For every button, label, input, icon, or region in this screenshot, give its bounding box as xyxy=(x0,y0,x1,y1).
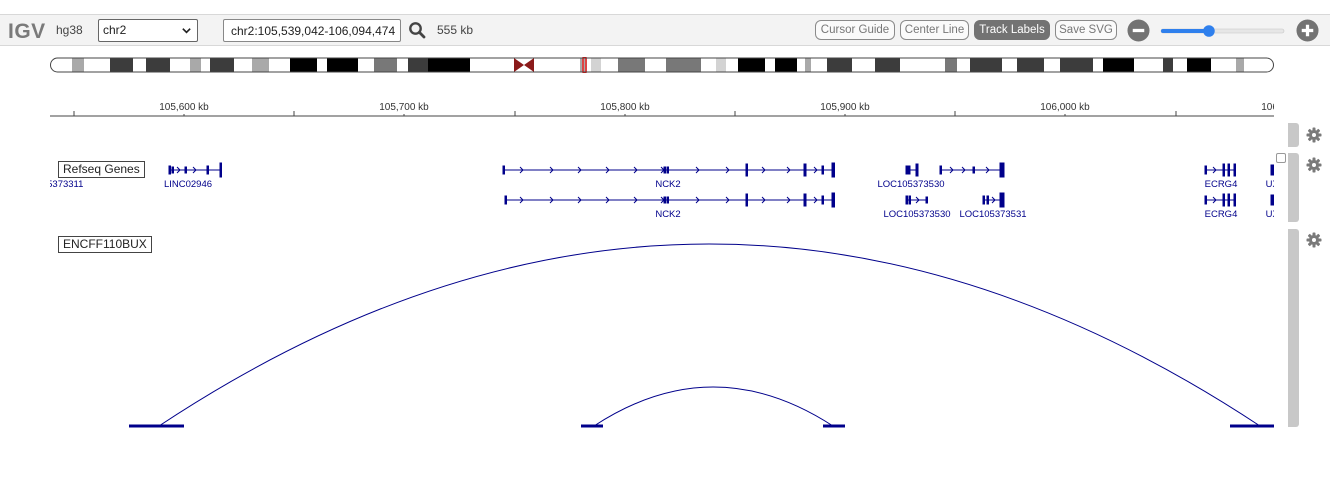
chevron-down-icon xyxy=(182,28,191,34)
gene-name-label: NCK2 xyxy=(655,179,680,190)
gene-name-label: ECRG4 xyxy=(1205,179,1238,190)
chromosome-select-value: chr2 xyxy=(103,23,127,37)
save-svg-button[interactable]: Save SVG xyxy=(1055,20,1117,40)
chromosome-ideogram[interactable] xyxy=(50,57,1274,73)
zoom-slider[interactable] xyxy=(1160,25,1285,37)
cursor-guide-button[interactable]: Cursor Guide xyxy=(815,20,895,40)
ruler-tick-label: 106,000 kb xyxy=(1040,102,1090,113)
track-label-encff110bux[interactable]: ENCFF110BUX xyxy=(58,236,152,253)
gear-icon[interactable] xyxy=(1306,157,1322,173)
interaction-arc-small xyxy=(593,386,834,427)
ruler-tick-label: 106,100 kb xyxy=(1261,102,1274,113)
gene-feature-loc105373531-2 xyxy=(982,192,1005,208)
gene-feature-nck2-1 xyxy=(502,162,835,178)
track-select-checkbox[interactable] xyxy=(1276,153,1286,163)
ruler-tick-label: 105,600 kb xyxy=(159,102,209,113)
gear-icon[interactable] xyxy=(1306,127,1322,143)
window-size-label: 555 kb xyxy=(437,23,474,37)
gene-feature-ecrg4-1 xyxy=(1204,163,1236,177)
center-line-button[interactable]: Center Line xyxy=(900,20,969,40)
gene-name-label: ECRG4 xyxy=(1205,209,1238,220)
ruler-track[interactable]: 105,600 kb 105,700 kb 105,800 kb 105,900… xyxy=(50,95,1274,119)
gene-feature-loc105373530-2 xyxy=(905,195,928,205)
plus-circle-icon[interactable] xyxy=(1296,19,1319,42)
gene-feature-loc105373530-1 xyxy=(905,163,919,177)
gene-name-label: 105373311 xyxy=(50,179,83,190)
track-scrollbar[interactable] xyxy=(1288,153,1299,222)
gene-feature-nck2-2 xyxy=(504,192,835,208)
minus-circle-icon[interactable] xyxy=(1127,19,1150,42)
genome-label[interactable]: hg38 xyxy=(56,23,83,37)
track-label-refseq-genes[interactable]: Refseq Genes xyxy=(58,161,145,178)
gene-name-label: NCK2 xyxy=(655,209,680,220)
gene-name-label: UXS1 xyxy=(1266,179,1274,190)
igv-logo[interactable]: IGV xyxy=(8,20,46,44)
gene-name-label: LINC02946 xyxy=(164,179,212,190)
locus-search-input[interactable]: chr2:105,539,042-106,094,474 xyxy=(223,19,401,42)
gear-icon[interactable] xyxy=(1306,232,1322,248)
track-scrollbar[interactable] xyxy=(1288,229,1299,427)
track-labels-button[interactable]: Track Labels xyxy=(974,20,1050,40)
track-scrollbar[interactable] xyxy=(1288,123,1299,147)
gene-feature-uxs1-2 xyxy=(1270,194,1274,206)
gene-feature-ecrg4-2 xyxy=(1204,193,1236,207)
gene-feature-loc105373531-1 xyxy=(939,162,1005,178)
gene-name-label: LOC105373531 xyxy=(959,209,1026,220)
ideogram-bands xyxy=(50,57,1274,73)
gene-feature-linc02946 xyxy=(168,162,222,178)
navbar: IGV hg38 chr2 chr2:105,539,042-106,094,4… xyxy=(0,14,1330,46)
ruler-tick-label: 105,700 kb xyxy=(379,102,429,113)
zoom-slider-thumb xyxy=(1203,25,1215,37)
ruler-tick-label: 105,800 kb xyxy=(600,102,650,113)
interaction-arcs-track[interactable] xyxy=(50,230,1274,430)
ruler-tick-label: 105,900 kb xyxy=(820,102,870,113)
interaction-arc-large xyxy=(158,243,1261,427)
gene-name-label: LOC105373530 xyxy=(877,179,944,190)
gene-name-label: LOC105373530 xyxy=(883,209,950,220)
gene-feature-uxs1-1 xyxy=(1270,164,1274,176)
gene-name-label: UXS1 xyxy=(1266,209,1274,220)
search-icon[interactable] xyxy=(408,21,426,39)
refseq-genes-track[interactable]: 105373311 LINC02946 NCK2 NCK2 LOC1053735… xyxy=(50,156,1274,222)
chromosome-select[interactable]: chr2 xyxy=(98,19,198,42)
